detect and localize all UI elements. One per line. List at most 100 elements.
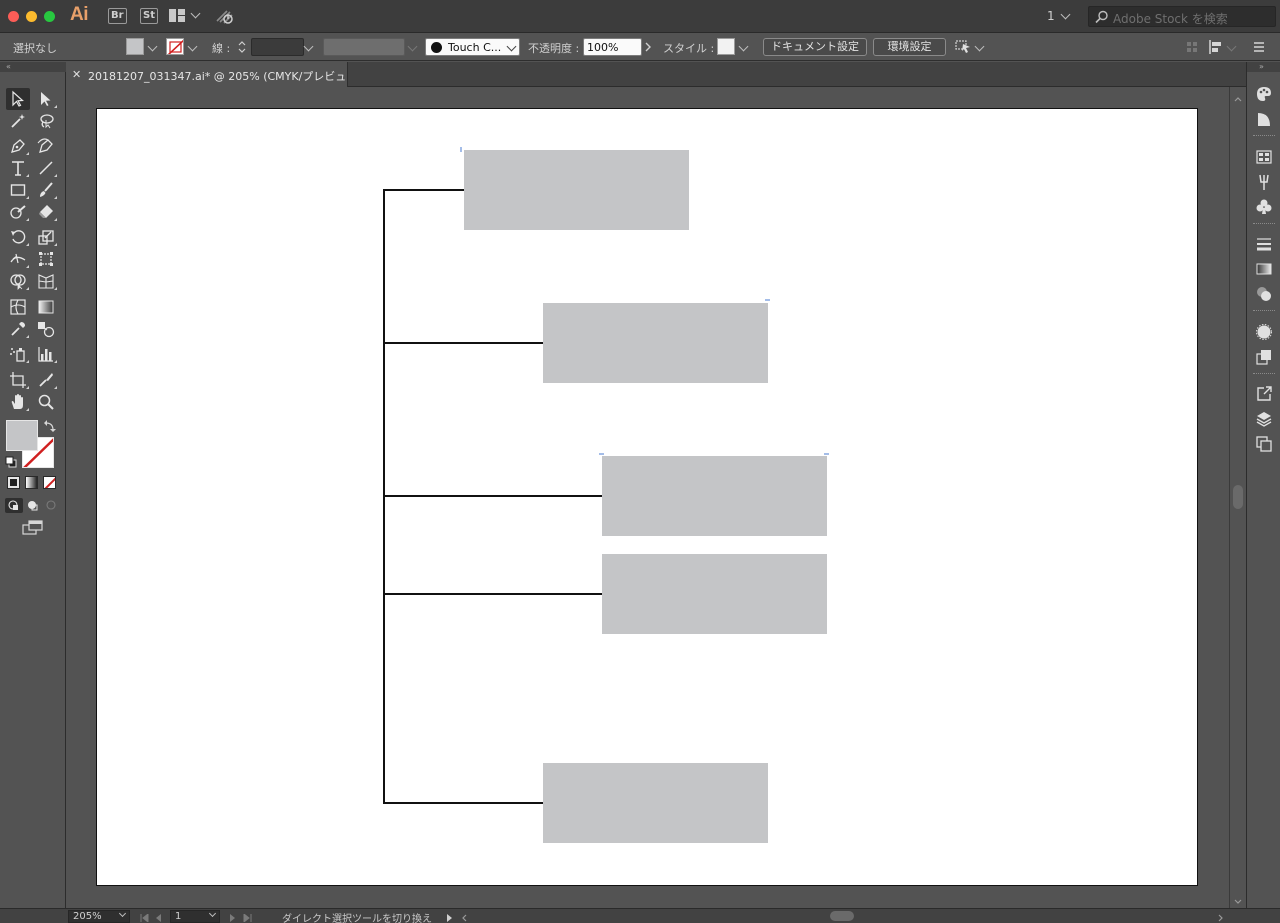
stock-button[interactable]: St [140,8,158,24]
layers-panel-icon[interactable] [1255,410,1273,428]
dock-collapse-button[interactable]: » [1247,62,1280,72]
lasso-tool[interactable] [34,110,58,132]
curvature-tool[interactable] [34,135,58,157]
next-artboard-icon[interactable] [229,912,236,922]
free-transform-tool[interactable] [34,248,58,270]
canvas-area[interactable] [66,87,1229,908]
window-minimize-button[interactable] [26,11,37,22]
brush-definition-field[interactable]: Touch C... [425,38,520,56]
scroll-down-arrow-icon[interactable] [1234,895,1242,904]
change-screen-mode-icon[interactable] [22,520,44,536]
line-segment-icon [39,161,53,175]
artboards-panel-icon[interactable] [1255,435,1273,453]
gradient-tool[interactable] [34,296,58,318]
artboard-tool[interactable] [6,369,30,391]
scale-tool[interactable] [34,226,58,248]
color-guide-icon[interactable] [1255,110,1273,128]
window-zoom-button[interactable] [44,11,55,22]
swatches-panel-icon[interactable] [1255,148,1273,166]
chevron-down-icon[interactable] [738,41,749,52]
bridge-button[interactable]: Br [108,8,127,24]
direct-selection-tool[interactable] [34,88,58,110]
align-left-icon[interactable] [1208,39,1224,55]
graphic-style-swatch[interactable] [717,38,735,55]
line-segment-tool[interactable] [34,157,58,179]
preferences-button[interactable]: 環境設定 [873,38,946,56]
selection-mode-icon[interactable] [955,39,973,55]
width-tool[interactable] [6,248,30,270]
symbols-panel-icon[interactable] [1255,198,1273,216]
column-graph-tool[interactable] [34,343,58,365]
symbol-sprayer-tool[interactable] [6,343,30,365]
gpu-performance-icon[interactable] [215,7,235,25]
stock-search-field[interactable]: Adobe Stock を検索 [1088,6,1276,27]
brushes-panel-icon[interactable] [1255,173,1273,191]
shape-builder-tool[interactable] [6,270,30,292]
eraser-tool[interactable] [34,201,58,223]
graphic-styles-panel-icon[interactable] [1255,348,1273,366]
scroll-up-arrow-icon[interactable] [1234,92,1242,102]
scroll-left-arrow-icon[interactable] [461,912,467,922]
appearance-panel-icon[interactable] [1255,323,1273,341]
arrange-documents-indicator[interactable]: 1 [1047,9,1055,23]
mesh-tool[interactable] [6,296,30,318]
last-artboard-icon[interactable] [243,912,252,923]
magic-wand-tool[interactable] [6,110,30,132]
shaper-tool[interactable] [6,201,30,223]
window-close-button[interactable] [8,11,19,22]
first-artboard-icon[interactable] [140,912,149,923]
scroll-right-arrow-icon[interactable] [1218,912,1224,922]
blend-tool[interactable] [34,318,58,340]
gradient-mode-button[interactable] [25,476,38,489]
slice-tool[interactable] [34,369,58,391]
stroke-panel-icon[interactable] [1255,235,1273,253]
horizontal-scroll-thumb[interactable] [830,911,854,921]
rectangle-tool[interactable] [6,179,30,201]
artboard[interactable] [96,108,1198,886]
panel-menu-icon[interactable] [1253,41,1265,53]
chevron-down-icon[interactable] [187,41,198,52]
workspace-layout-icon[interactable] [169,9,185,22]
chevron-down-icon[interactable] [974,41,985,52]
draw-behind-button[interactable] [24,498,42,513]
vertical-scroll-thumb[interactable] [1233,485,1243,509]
perspective-grid-tool[interactable] [34,270,58,292]
color-panel-icon[interactable] [1255,85,1273,103]
fill-color-box[interactable] [6,420,38,451]
zoom-tool[interactable] [34,391,58,413]
pen-tool[interactable] [6,135,30,157]
eyedropper-tool[interactable] [6,318,30,340]
opacity-arrow-icon[interactable] [644,42,652,52]
close-tab-icon[interactable]: ✕ [72,68,81,81]
stroke-weight-stepper[interactable] [237,39,247,55]
paintbrush-tool[interactable] [34,179,58,201]
draw-normal-button[interactable] [5,498,23,513]
selection-tool[interactable] [6,88,30,110]
fill-swatch[interactable] [126,38,144,55]
hand-tool[interactable] [6,391,30,413]
tools-panel-collapse-button[interactable]: « [0,62,66,72]
default-fill-stroke-icon[interactable] [5,456,17,468]
chevron-down-icon[interactable] [1226,41,1237,52]
chevron-down-icon[interactable] [190,8,201,19]
chevron-down-icon[interactable] [1060,9,1071,20]
stroke-weight-field[interactable] [251,38,304,56]
status-menu-arrow-icon[interactable] [446,912,453,922]
rotate-tool[interactable] [6,226,30,248]
chevron-down-icon[interactable] [147,41,158,52]
document-tab[interactable]: ✕ 20181207_031347.ai* @ 205% (CMYK/プレビュー… [66,62,348,99]
color-mode-button[interactable] [7,476,20,489]
none-mode-button[interactable] [43,476,56,489]
variable-width-profile[interactable] [323,38,405,56]
opacity-field[interactable]: 100% [583,38,642,56]
type-tool[interactable] [6,157,30,179]
asset-export-panel-icon[interactable] [1255,385,1273,403]
chevron-down-icon[interactable] [303,41,314,52]
previous-artboard-icon[interactable] [155,912,162,922]
vertical-scrollbar[interactable] [1229,87,1246,908]
gradient-panel-icon[interactable] [1255,260,1273,278]
swap-fill-stroke-icon[interactable] [44,420,56,432]
document-setup-button[interactable]: ドキュメント設定 [763,38,867,56]
stroke-swatch[interactable] [166,38,184,55]
transparency-panel-icon[interactable] [1255,285,1273,303]
